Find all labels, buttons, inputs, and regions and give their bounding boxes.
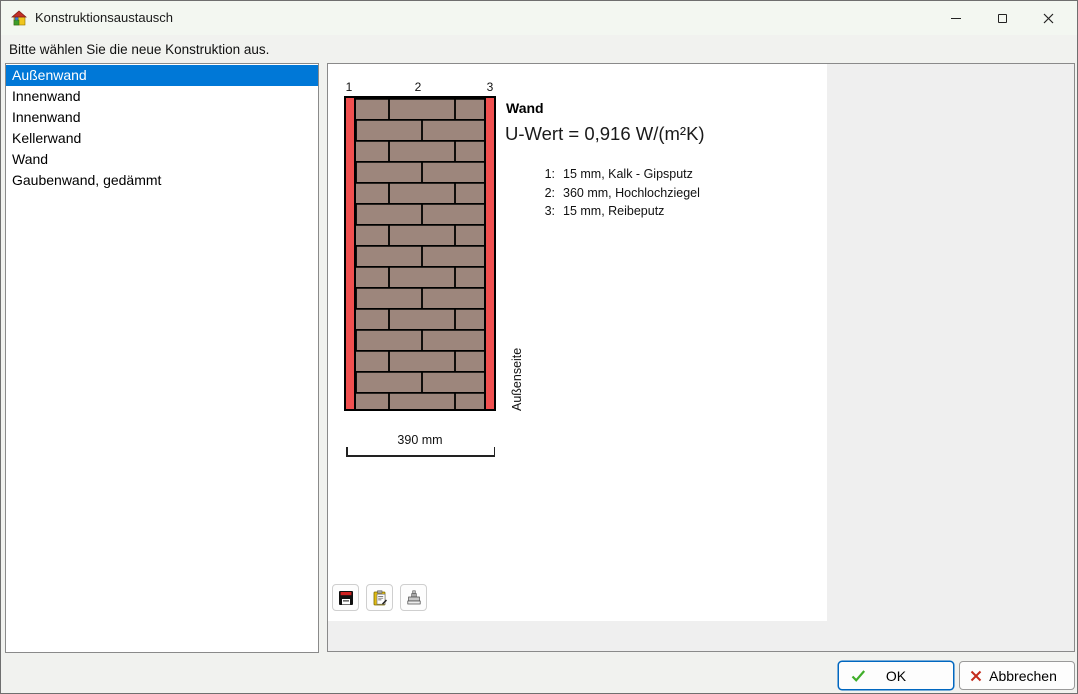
dimension-line	[346, 455, 495, 457]
layer-number: 1:	[539, 167, 555, 181]
ok-label: OK	[886, 668, 906, 684]
cancel-button[interactable]: Abbrechen	[959, 661, 1075, 690]
instruction-text: Bitte wählen Sie die neue Konstruktion a…	[9, 42, 269, 57]
layer-number: 2:	[539, 186, 555, 200]
brick-layer	[354, 98, 486, 409]
u-value-text: U-Wert = 0,916 W/(m²K)	[505, 123, 705, 145]
list-item-innenwand-1[interactable]: Innenwand	[6, 86, 318, 107]
layer-row-1: 1: 15 mm, Kalk - Gipsputz	[539, 165, 700, 184]
wall-cross-section	[344, 96, 496, 411]
layer-marker-3: 3	[487, 80, 494, 94]
app-house-icon	[11, 10, 27, 26]
window-title: Konstruktionsaustausch	[35, 1, 173, 35]
list-item-aussenwand[interactable]: Außenwand	[6, 65, 318, 86]
titlebar: Konstruktionsaustausch	[1, 1, 1077, 35]
save-button[interactable]	[332, 584, 359, 611]
window-controls	[933, 1, 1071, 35]
ok-button[interactable]: OK	[838, 661, 954, 690]
copy-to-clipboard-icon	[372, 590, 388, 606]
layer-row-2: 2: 360 mm, Hochlochziegel	[539, 184, 700, 203]
construction-name: Wand	[506, 100, 544, 116]
list-item-innenwand-2[interactable]: Innenwand	[6, 107, 318, 128]
copy-to-clipboard-button[interactable]	[366, 584, 393, 611]
check-icon	[851, 669, 866, 682]
minimize-icon	[951, 18, 961, 19]
maximize-icon	[998, 14, 1007, 23]
cross-icon	[970, 670, 982, 682]
preview-toolbar	[332, 584, 427, 611]
list-item-gaubenwand[interactable]: Gaubenwand, gedämmt	[6, 170, 318, 191]
layer-description-list: 1: 15 mm, Kalk - Gipsputz 2: 360 mm, Hoc…	[539, 165, 700, 221]
plaster-layer-right	[486, 98, 494, 409]
close-icon	[1043, 13, 1054, 24]
list-item-kellerwand[interactable]: Kellerwand	[6, 128, 318, 149]
preview-panel: 1 2 3	[327, 63, 1075, 652]
layer-description: 360 mm, Hochlochziegel	[563, 186, 700, 200]
close-button[interactable]	[1025, 1, 1071, 35]
total-thickness-label: 390 mm	[344, 433, 496, 447]
save-icon	[338, 590, 354, 606]
layer-marker-2: 2	[415, 80, 422, 94]
dimension-tick-left	[346, 447, 348, 457]
dimension-tick-right	[494, 447, 496, 457]
layer-marker-1: 1	[346, 80, 353, 94]
plaster-layer-left	[346, 98, 354, 409]
layer-description: 15 mm, Reibeputz	[563, 204, 664, 218]
dialog-window: Konstruktionsaustausch Bitte wählen Sie …	[0, 0, 1078, 694]
construction-listbox: Außenwand Innenwand Innenwand Kellerwand…	[5, 63, 319, 653]
print-button[interactable]	[400, 584, 427, 611]
print-icon	[406, 590, 422, 606]
construction-drawing-canvas: 1 2 3	[328, 64, 827, 621]
outside-side-label: Außenseite	[510, 348, 524, 411]
minimize-button[interactable]	[933, 1, 979, 35]
list-item-wand[interactable]: Wand	[6, 149, 318, 170]
layer-description: 15 mm, Kalk - Gipsputz	[563, 167, 693, 181]
layer-row-3: 3: 15 mm, Reibeputz	[539, 202, 700, 221]
cancel-label: Abbrechen	[989, 668, 1057, 684]
layer-number: 3:	[539, 204, 555, 218]
maximize-button[interactable]	[979, 1, 1025, 35]
